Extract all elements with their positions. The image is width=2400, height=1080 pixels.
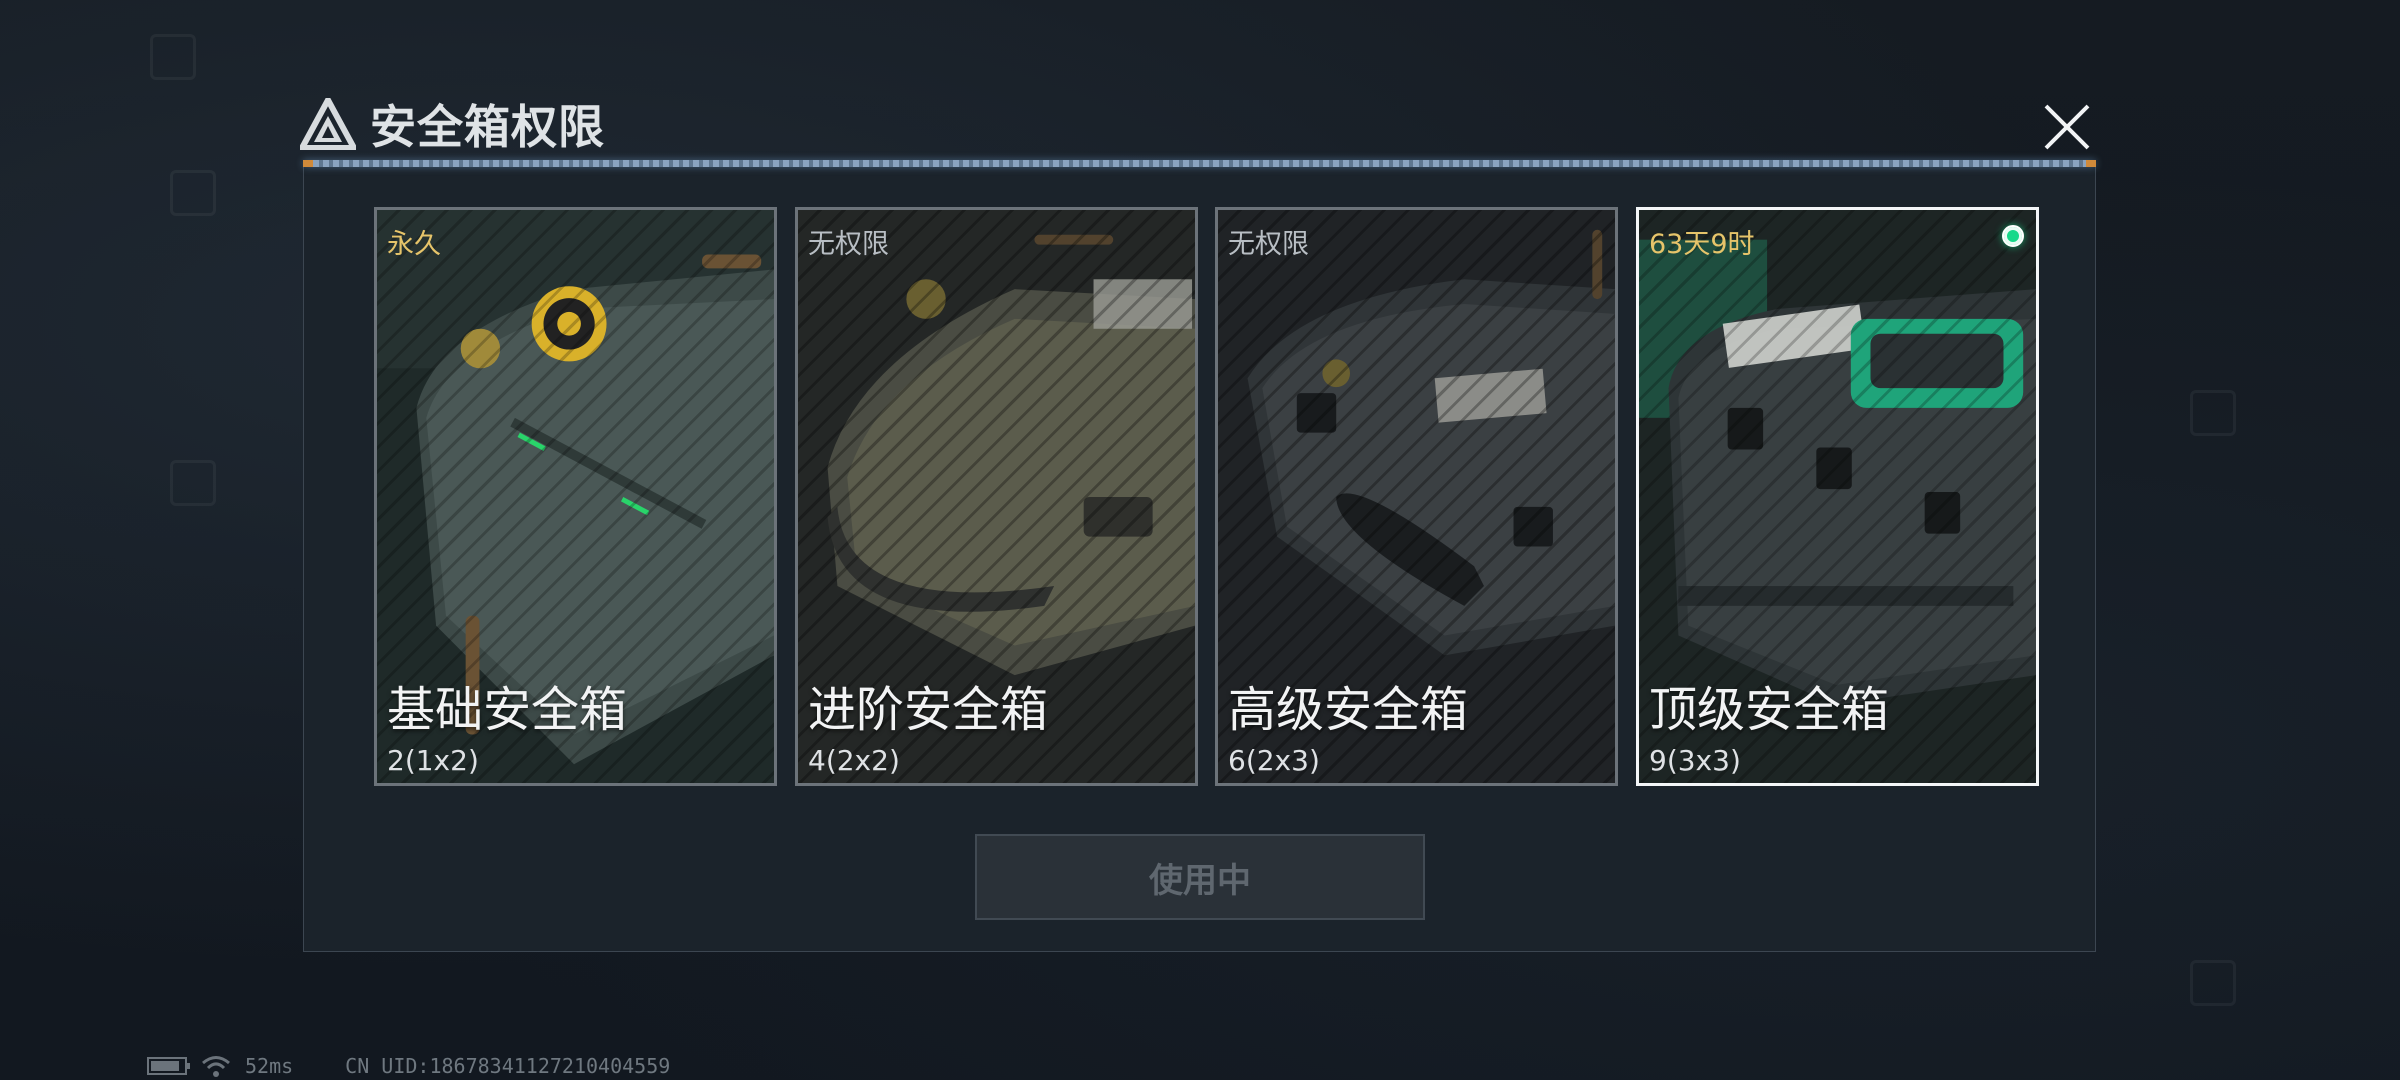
- card-capacity: 2(1x2): [387, 744, 479, 777]
- background-icon: [2190, 390, 2236, 436]
- battery-icon: [147, 1057, 190, 1075]
- safe-box-card-senior[interactable]: 无权限 高级安全箱 6(2x3): [1215, 207, 1618, 786]
- dialog-title: 安全箱权限: [370, 100, 605, 154]
- dialog-accent-line: [303, 160, 2096, 167]
- safe-box-card-advanced[interactable]: 无权限 进阶安全箱 4(2x2): [795, 207, 1198, 786]
- in-use-button[interactable]: 使用中: [975, 834, 1425, 920]
- card-capacity: 9(3x3): [1649, 744, 1741, 777]
- card-title: 基础安全箱: [387, 682, 628, 738]
- active-indicator-icon: [2002, 225, 2024, 247]
- card-status-label: 无权限: [1228, 229, 1309, 260]
- safe-box-card-basic[interactable]: 永久 基础安全箱 2(1x2): [374, 207, 777, 786]
- background-icon: [2190, 960, 2236, 1006]
- card-capacity: 6(2x3): [1228, 744, 1320, 777]
- card-status-label: 无权限: [808, 229, 889, 260]
- dialog-header: 安全箱权限: [300, 92, 605, 156]
- safe-box-logo-icon: [300, 98, 356, 150]
- background-icon: [170, 460, 216, 506]
- wifi-icon: [202, 1056, 230, 1077]
- card-status-label: 永久: [387, 229, 441, 260]
- background-icon: [170, 170, 216, 216]
- close-icon[interactable]: [2040, 100, 2094, 154]
- card-title: 顶级安全箱: [1649, 682, 1890, 738]
- card-capacity: 4(2x2): [808, 744, 900, 777]
- uid-label: CN UID:1867834112721040455​9: [345, 1054, 671, 1078]
- card-title: 高级安全箱: [1228, 682, 1469, 738]
- card-title: 进阶安全箱: [808, 682, 1049, 738]
- system-status-bar: 52ms CN UID:1867834112721040455​9: [147, 1053, 670, 1079]
- card-status-label: 63天9时: [1649, 229, 1755, 260]
- safe-box-card-top[interactable]: 63天9时 顶级安全箱 9(3x3): [1636, 207, 2039, 786]
- background-back-icon: [150, 34, 196, 80]
- ping-label: 52ms: [245, 1054, 294, 1078]
